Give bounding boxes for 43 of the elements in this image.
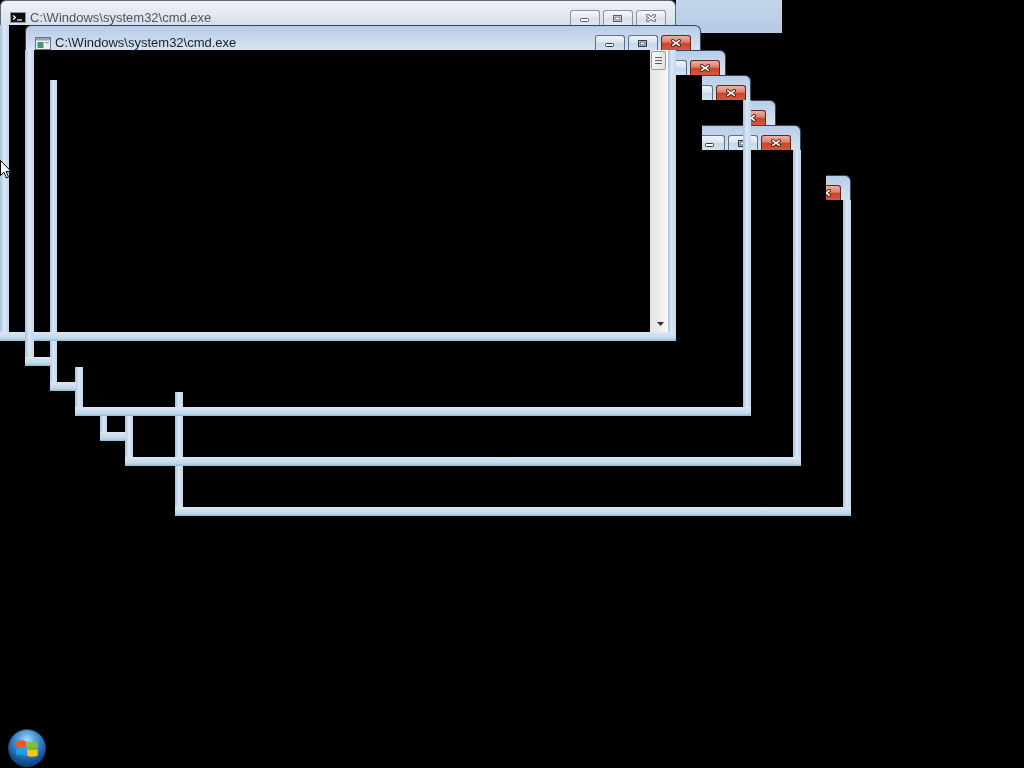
minimize-button[interactable]	[595, 35, 625, 50]
minimize-icon	[580, 18, 589, 22]
start-button[interactable]	[8, 729, 46, 767]
title-bar[interactable]	[702, 75, 751, 100]
title-bar[interactable]	[826, 175, 851, 200]
title-bar[interactable]	[751, 100, 776, 125]
scrollbar[interactable]	[650, 50, 668, 332]
minimize-icon	[605, 43, 614, 47]
close-button[interactable]	[690, 60, 720, 75]
grip-icon	[655, 57, 662, 64]
minimize-button[interactable]	[570, 10, 600, 25]
minimize-button[interactable]	[702, 135, 725, 150]
close-icon	[826, 189, 831, 197]
title-bar[interactable]	[702, 125, 801, 150]
maximize-icon	[638, 39, 647, 47]
close-button[interactable]	[826, 185, 841, 200]
close-icon	[726, 89, 736, 97]
close-button[interactable]	[716, 85, 746, 100]
close-button[interactable]	[636, 10, 666, 25]
close-button[interactable]	[751, 110, 766, 125]
close-icon	[700, 64, 710, 72]
maximize-button[interactable]	[603, 10, 633, 25]
maximize-icon	[613, 14, 622, 22]
window-title: C:\Windows\system32\cmd.exe	[30, 10, 212, 25]
minimize-icon	[705, 143, 714, 147]
title-bar[interactable]: C:\Windows\system32\cmd.exe	[0, 0, 676, 25]
maximize-button[interactable]	[702, 85, 713, 100]
maximize-button[interactable]	[676, 60, 687, 75]
scrollbar-thumb[interactable]	[651, 51, 666, 70]
title-bar[interactable]: C:\Windows\system32\cmd.exe	[25, 25, 701, 50]
down-arrow-icon[interactable]	[657, 322, 664, 326]
flag-icon	[16, 738, 38, 758]
close-icon	[646, 14, 656, 22]
command-prompt-icon	[10, 12, 26, 23]
title-bar[interactable]	[676, 50, 726, 75]
close-button[interactable]	[761, 135, 791, 150]
close-icon	[771, 139, 781, 147]
close-icon	[751, 114, 756, 122]
maximize-button[interactable]	[628, 35, 658, 50]
close-button[interactable]	[661, 35, 691, 50]
window-title: C:\Windows\system32\cmd.exe	[55, 35, 237, 50]
close-icon	[671, 39, 681, 47]
window-icon	[35, 37, 51, 50]
